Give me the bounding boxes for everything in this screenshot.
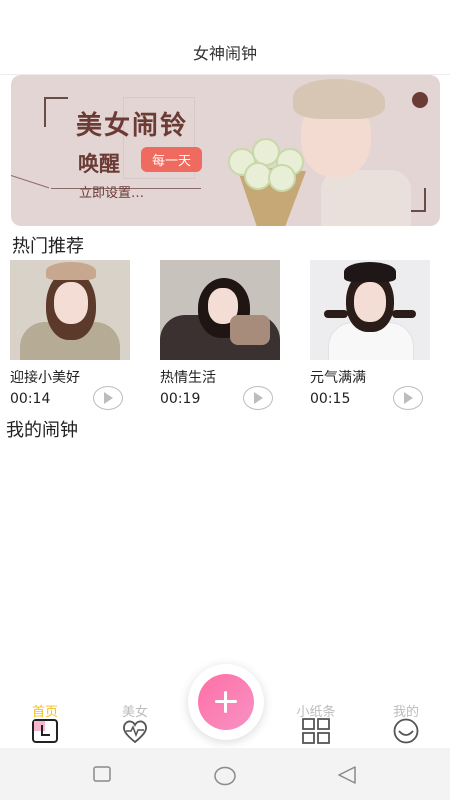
card-title: 迎接小美好: [10, 370, 80, 386]
card-title: 热情生活: [160, 370, 216, 386]
recommendation-list: 迎接小美好 00:14 热情生活 00:19 元气满满 00:15: [10, 260, 440, 410]
banner-subheading: 唤醒: [78, 152, 120, 176]
tab-profile[interactable]: 我的: [371, 690, 441, 748]
back-icon[interactable]: [337, 766, 357, 784]
play-icon[interactable]: [93, 386, 123, 410]
home-icon[interactable]: [213, 766, 237, 786]
card-title: 元气满满: [310, 370, 366, 386]
section-title-hot: 热门推荐: [12, 236, 84, 257]
card-thumbnail: [160, 260, 280, 360]
tab-notes[interactable]: 小纸条: [281, 690, 351, 748]
tab-home[interactable]: 首页: [10, 690, 80, 748]
recommendation-card[interactable]: 热情生活 00:19: [160, 260, 280, 410]
card-thumbnail: [10, 260, 130, 360]
page-title: 女神闹钟: [192, 44, 257, 63]
title-bar: 女神闹钟: [0, 0, 450, 75]
home-clock-icon: [32, 719, 58, 743]
grid-icon: [302, 718, 330, 744]
play-icon[interactable]: [393, 386, 423, 410]
card-thumbnail: [310, 260, 430, 360]
section-title-mine: 我的闹钟: [6, 420, 78, 441]
card-duration: 00:15: [310, 391, 351, 407]
banner-deco-line: [11, 175, 50, 189]
recommendation-card[interactable]: 元气满满 00:15: [310, 260, 430, 410]
recommendation-card[interactable]: 迎接小美好 00:14: [10, 260, 130, 410]
heart-pulse-icon: [122, 720, 148, 744]
banner-frame-left: [44, 97, 68, 127]
add-alarm-button[interactable]: [198, 674, 254, 730]
recent-apps-icon[interactable]: [93, 766, 111, 782]
card-duration: 00:14: [10, 391, 51, 407]
smile-icon: [393, 718, 419, 744]
card-duration: 00:19: [160, 391, 201, 407]
tab-beauty[interactable]: 美女: [100, 690, 170, 748]
play-icon[interactable]: [243, 386, 273, 410]
banner-heading: 美女闹铃: [76, 111, 189, 141]
system-navigation-bar: [0, 748, 450, 800]
flower-bouquet-image: [216, 130, 316, 226]
promo-banner[interactable]: 美女闹铃 唤醒 每一天 立即设置…: [11, 75, 440, 226]
banner-pill: 每一天: [141, 147, 203, 172]
banner-dot: [412, 92, 428, 108]
banner-cta[interactable]: 立即设置…: [79, 182, 144, 201]
add-alarm-button-ring: [188, 664, 264, 740]
